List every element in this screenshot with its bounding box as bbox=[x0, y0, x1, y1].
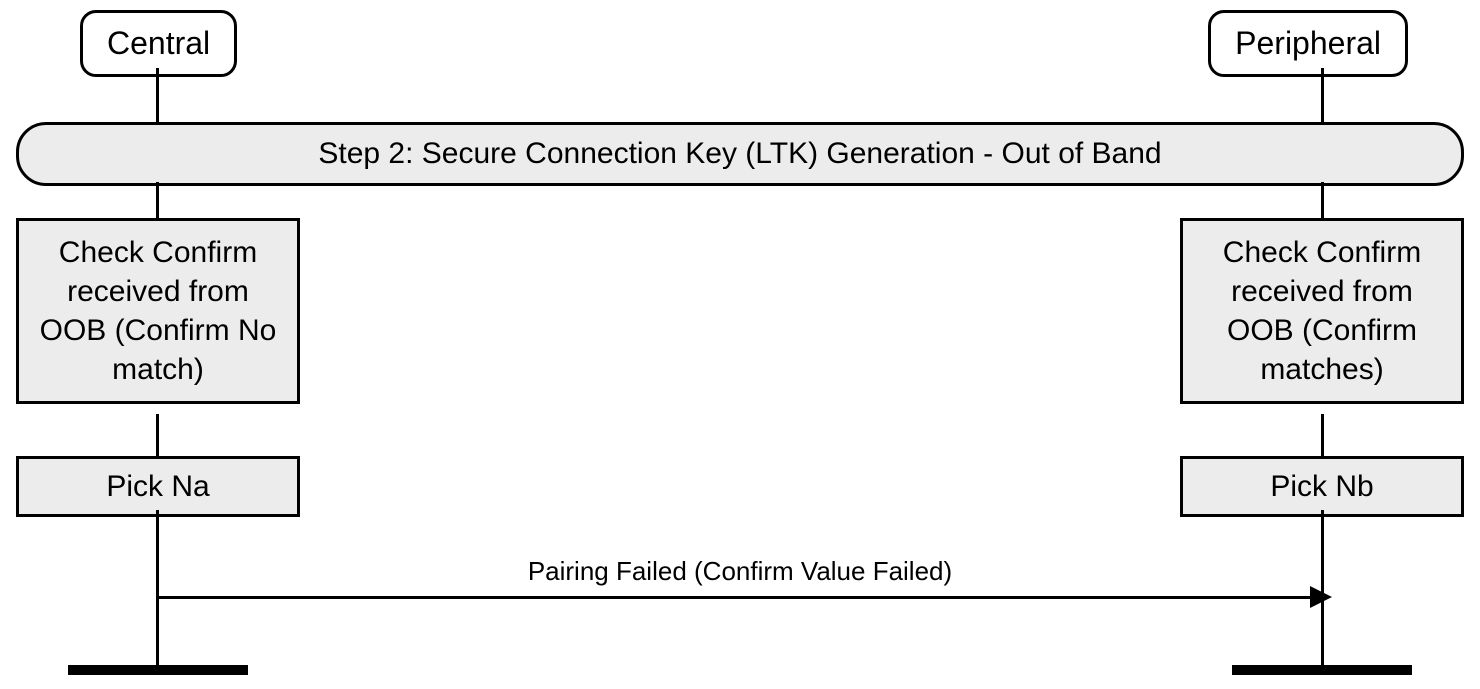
message-arrow bbox=[157, 596, 1323, 599]
lifeline bbox=[156, 182, 159, 218]
lifeline bbox=[156, 68, 159, 122]
lifeline bbox=[156, 414, 159, 456]
step-banner: Step 2: Secure Connection Key (LTK) Gene… bbox=[16, 122, 1464, 186]
lifeline bbox=[156, 510, 159, 665]
terminator-peripheral bbox=[1232, 665, 1412, 675]
actor-peripheral: Peripheral bbox=[1208, 10, 1408, 77]
lifeline bbox=[1321, 68, 1324, 122]
check-confirm-peripheral: Check Confirm received from OOB (Confirm… bbox=[1180, 218, 1464, 404]
lifeline bbox=[1321, 182, 1324, 218]
arrowhead-icon bbox=[1310, 586, 1332, 608]
actor-central: Central bbox=[80, 10, 237, 77]
terminator-central bbox=[68, 665, 248, 675]
check-confirm-central: Check Confirm received from OOB (Confirm… bbox=[16, 218, 300, 404]
message-label: Pairing Failed (Confirm Value Failed) bbox=[0, 556, 1480, 587]
pick-na: Pick Na bbox=[16, 456, 300, 517]
pick-nb: Pick Nb bbox=[1180, 456, 1464, 517]
lifeline bbox=[1321, 414, 1324, 456]
